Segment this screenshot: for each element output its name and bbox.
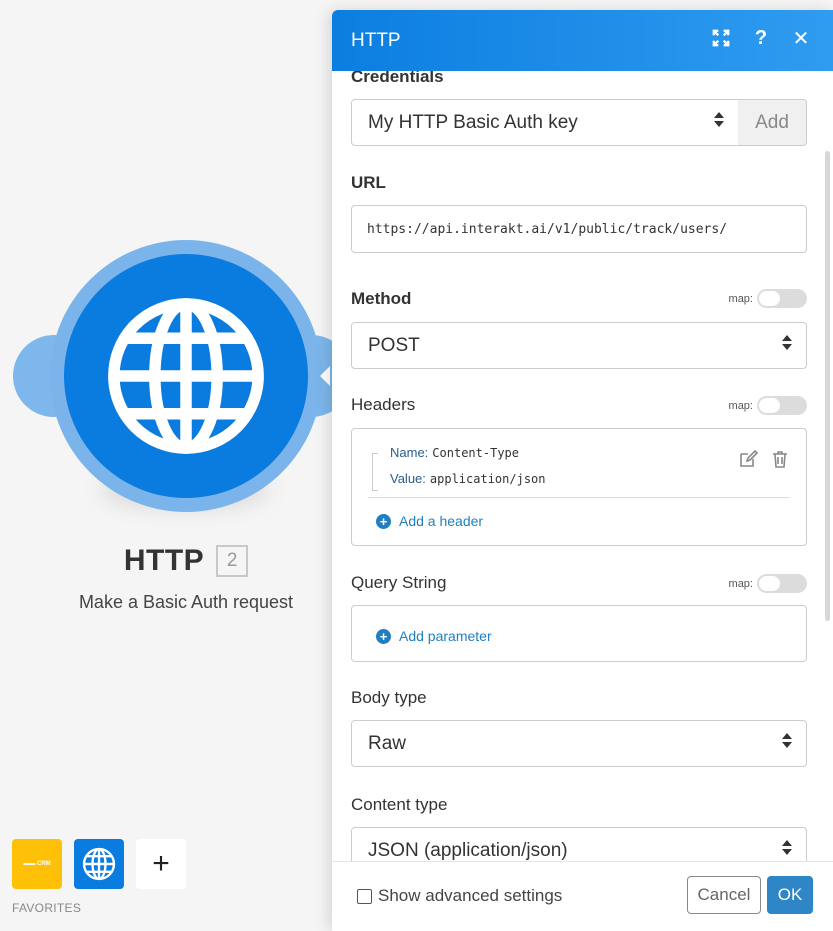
header-value-value: application/json <box>429 472 546 486</box>
body-type-select[interactable]: Raw <box>351 720 807 767</box>
map-switch[interactable] <box>757 289 807 308</box>
query-string-label: Query String <box>351 573 447 592</box>
body-type-label: Body type <box>351 688 427 707</box>
header-value-row: Value: application/json <box>390 471 546 486</box>
headers-map-toggle[interactable]: map: <box>729 396 807 415</box>
dialog-header-actions: ? ✕ <box>711 27 811 50</box>
favorite-crm-app[interactable]: ▬▬ CRM <box>12 839 62 889</box>
module-subtitle: Make a Basic Auth request <box>78 592 294 612</box>
trash-icon[interactable] <box>770 449 790 469</box>
header-name-key: Name: <box>390 445 429 460</box>
query-string-map-toggle[interactable]: map: <box>729 574 807 593</box>
favorites-bar: ▬▬ CRM + <box>12 839 186 889</box>
query-string-list: + Add parameter <box>351 605 807 662</box>
header-value-key: Value: <box>390 471 426 486</box>
map-switch[interactable] <box>757 574 807 593</box>
module-id-badge: 2 <box>216 545 249 577</box>
plus-icon: + <box>152 847 170 880</box>
module-selected-pointer <box>320 366 330 386</box>
dialog-scrollbar[interactable] <box>825 151 830 621</box>
http-module-settings-dialog: HTTP ? ✕ Credentials My HTTP Basic Auth … <box>332 10 833 931</box>
content-type-label: Content type <box>351 795 448 814</box>
dialog-header: HTTP ? ✕ <box>332 10 833 71</box>
header-name-value: Content-Type <box>432 446 519 460</box>
map-label: map: <box>728 577 753 590</box>
advanced-settings-label: Show advanced settings <box>378 886 563 905</box>
headers-divider <box>368 497 790 498</box>
help-icon[interactable]: ? <box>751 27 771 49</box>
credentials-value: My HTTP Basic Auth key <box>368 111 578 133</box>
dialog-footer: Show advanced settings Cancel OK <box>332 861 833 931</box>
add-parameter-label: Add parameter <box>399 628 492 644</box>
header-name-row: Name: Content-Type <box>390 445 519 460</box>
header-item-actions <box>738 449 790 469</box>
method-map-toggle[interactable]: map: <box>729 289 807 308</box>
map-label: map: <box>728 292 753 305</box>
credentials-label: Credentials <box>351 71 444 86</box>
body-type-value: Raw <box>368 732 407 754</box>
select-caret-icon <box>782 733 792 748</box>
content-type-select[interactable]: JSON (application/json) <box>351 827 807 861</box>
method-label: Method <box>351 289 412 308</box>
dialog-form[interactable]: Credentials My HTTP Basic Auth key Add U… <box>332 71 833 861</box>
url-input[interactable]: https://api.interakt.ai/v1/public/track/… <box>351 205 807 253</box>
content-type-value: JSON (application/json) <box>368 839 568 861</box>
globe-icon <box>108 298 264 454</box>
add-header-link[interactable]: + Add a header <box>376 513 483 529</box>
headers-label: Headers <box>351 395 416 414</box>
ok-button[interactable]: OK <box>767 876 813 914</box>
globe-icon <box>82 847 116 881</box>
add-credentials-button[interactable]: Add <box>738 99 807 146</box>
module-label: HTTP 2 <box>0 544 372 578</box>
add-parameter-link[interactable]: + Add parameter <box>376 628 492 644</box>
advanced-settings-toggle[interactable]: Show advanced settings <box>357 886 562 906</box>
credentials-select[interactable]: My HTTP Basic Auth key <box>351 99 739 146</box>
url-label: URL <box>351 173 386 192</box>
expand-icon[interactable] <box>711 28 731 48</box>
method-value: POST <box>368 334 420 356</box>
select-caret-icon <box>782 840 792 855</box>
favorites-label: FAVORITES <box>12 901 82 915</box>
cancel-button[interactable]: Cancel <box>687 876 761 914</box>
advanced-settings-checkbox[interactable] <box>357 888 372 904</box>
add-favorite-button[interactable]: + <box>136 839 186 889</box>
dialog-title: HTTP <box>351 29 401 51</box>
map-label: map: <box>728 399 753 412</box>
add-header-label: Add a header <box>399 513 484 529</box>
crm-logo-icon: ▬▬ CRM <box>23 861 51 867</box>
item-bracket <box>372 453 378 491</box>
close-icon[interactable]: ✕ <box>791 28 811 50</box>
module-title: HTTP <box>123 544 205 577</box>
add-circle-icon: + <box>376 513 391 529</box>
edit-icon[interactable] <box>738 449 758 469</box>
map-switch[interactable] <box>757 396 807 415</box>
favorite-http-app[interactable] <box>74 839 124 889</box>
add-circle-icon: + <box>376 628 391 644</box>
select-caret-icon <box>782 335 792 350</box>
headers-list: Name: Content-Type Value: application/json <box>351 428 807 546</box>
method-select[interactable]: POST <box>351 322 807 369</box>
select-caret-icon <box>714 112 724 127</box>
